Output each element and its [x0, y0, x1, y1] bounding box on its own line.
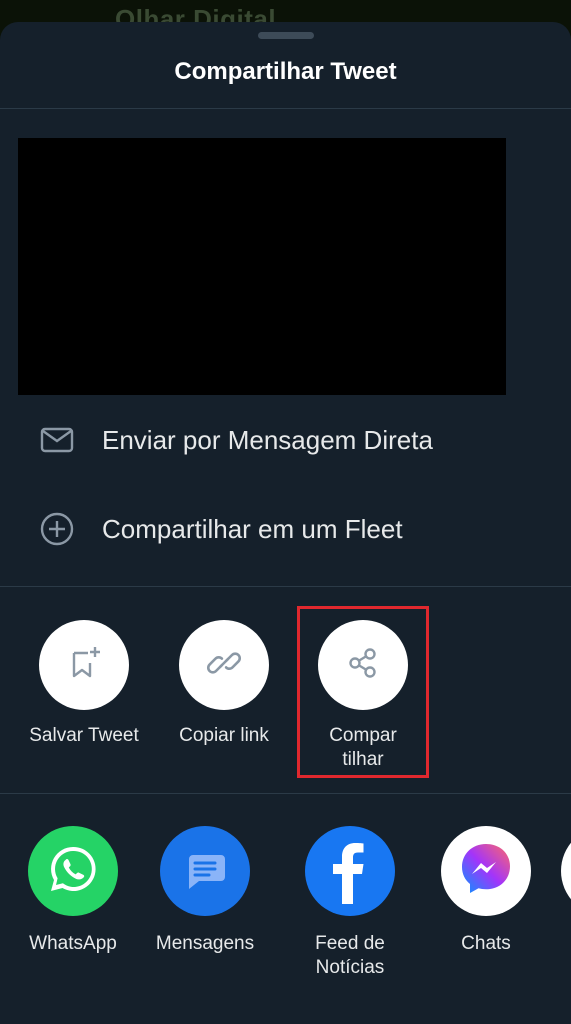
copy-link-label: Copiar link — [179, 725, 269, 746]
whatsapp-circle — [28, 826, 118, 916]
messages-circle — [160, 826, 250, 916]
share-in-fleet-row[interactable]: Compartilhar em um Fleet — [0, 499, 571, 559]
messages-label: Mensagens — [155, 933, 255, 954]
messenger-chats-app[interactable]: Chats — [421, 826, 551, 956]
divider — [0, 108, 571, 109]
facebook-app[interactable]: Feed de Notícias — [285, 826, 415, 980]
chats-label: Chats — [461, 933, 511, 954]
whatsapp-app[interactable]: WhatsApp — [8, 826, 138, 956]
save-tweet-circle — [39, 620, 129, 710]
facebook-circle — [305, 826, 395, 916]
share-bottom-sheet: Compartilhar Tweet Enviar por Mensagem D… — [0, 22, 571, 1024]
save-tweet-label: Salvar Tweet — [29, 725, 139, 746]
facebook-label: Feed de Notícias — [285, 932, 415, 980]
copy-link-circle — [179, 620, 269, 710]
send-direct-message-row[interactable]: Enviar por Mensagem Direta — [0, 410, 571, 470]
plus-circle-icon — [40, 512, 74, 546]
facebook-icon — [320, 834, 380, 909]
share-in-fleet-label: Compartilhar em um Fleet — [102, 513, 403, 544]
divider — [0, 793, 571, 794]
whatsapp-icon — [43, 839, 103, 904]
highlight-box — [297, 606, 429, 778]
copy-link-button[interactable]: Copiar link — [154, 620, 294, 748]
link-icon — [204, 643, 244, 688]
messenger-icon — [455, 838, 517, 905]
sheet-title: Compartilhar Tweet — [174, 58, 397, 85]
tweet-preview — [18, 138, 506, 395]
divider — [0, 586, 571, 587]
whatsapp-label: WhatsApp — [29, 933, 117, 954]
mail-icon — [40, 423, 74, 457]
message-bubble-icon — [175, 839, 235, 904]
messages-app[interactable]: Mensagens — [140, 826, 270, 956]
facebook-label-line1: Feed de — [315, 933, 385, 954]
bookmark-add-icon — [64, 643, 104, 688]
next-app-partial[interactable] — [561, 826, 571, 916]
facebook-label-line2: Notícias — [315, 957, 385, 978]
send-direct-message-label: Enviar por Mensagem Direta — [102, 424, 433, 455]
messenger-circle — [441, 826, 531, 916]
sheet-drag-handle[interactable] — [258, 32, 314, 39]
save-tweet-button[interactable]: Salvar Tweet — [14, 620, 154, 748]
